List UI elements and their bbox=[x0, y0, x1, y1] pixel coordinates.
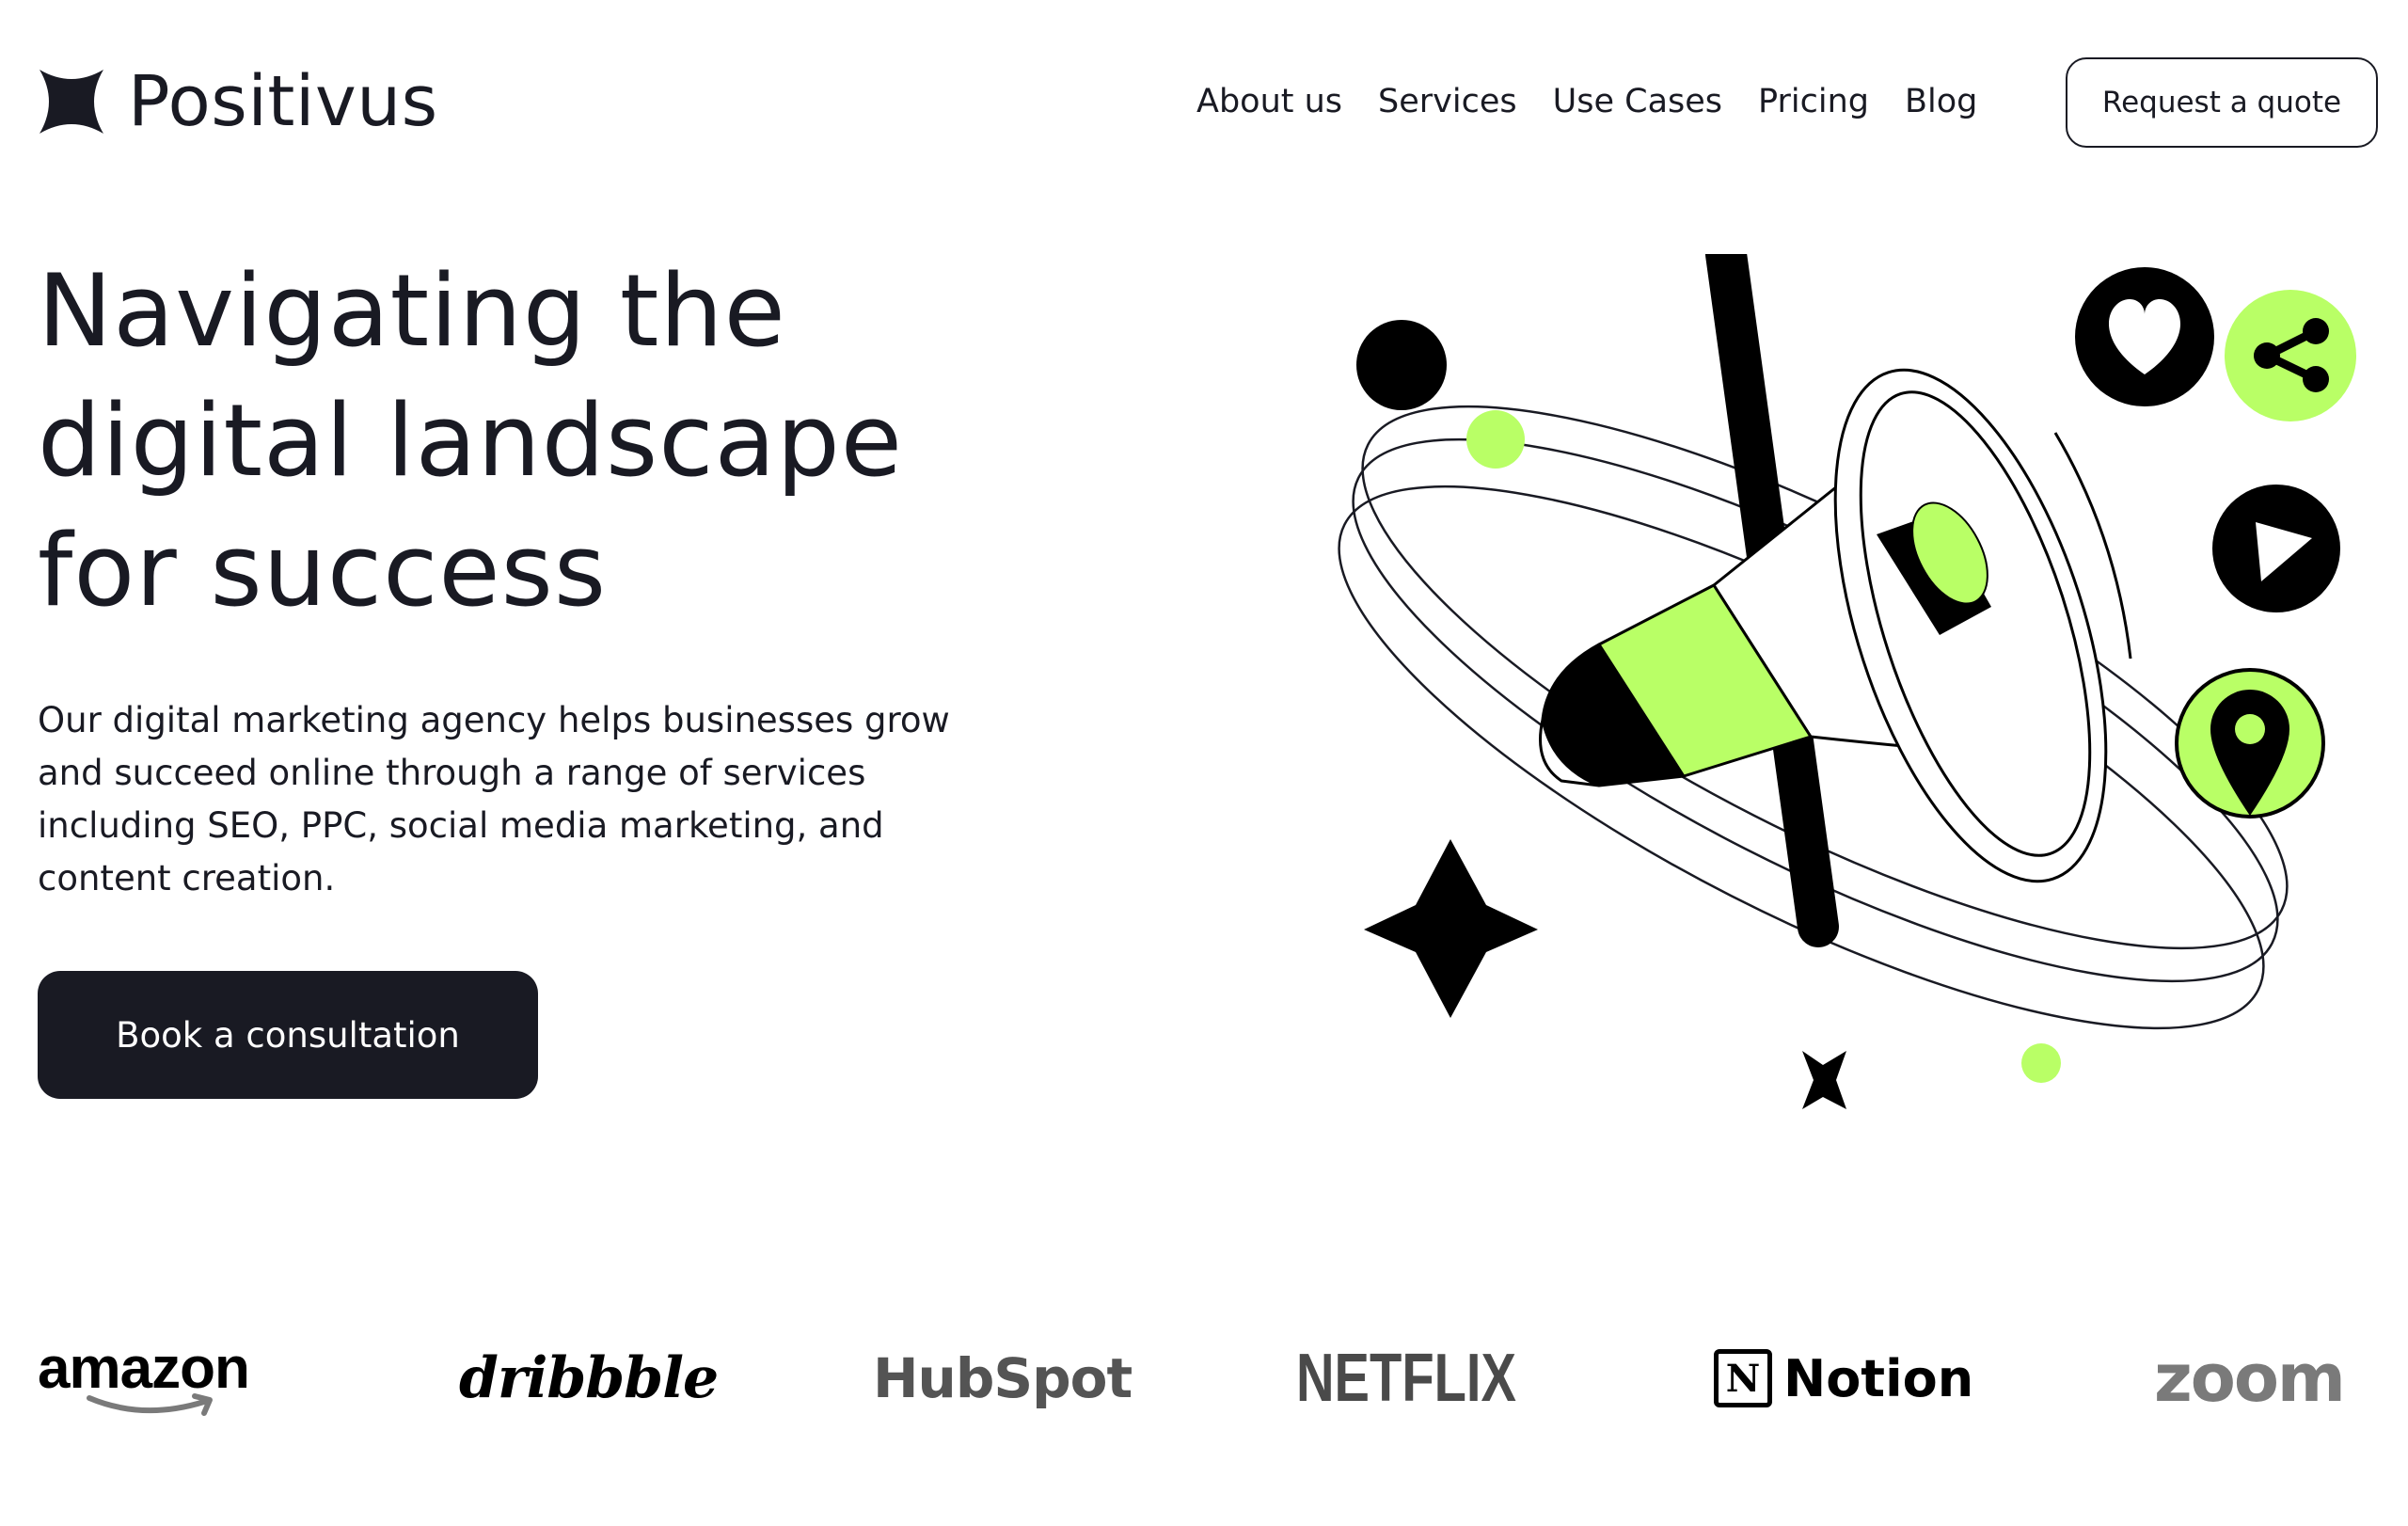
nav-blog[interactable]: Blog bbox=[1905, 83, 1977, 120]
sparkle-star-icon-small bbox=[1802, 1051, 1846, 1109]
nav-pricing[interactable]: Pricing bbox=[1758, 83, 1869, 120]
share-icon bbox=[2225, 290, 2356, 421]
book-consultation-button[interactable]: Book a consultation bbox=[38, 971, 538, 1099]
hubspot-logo: HubSpot bbox=[873, 1346, 1133, 1410]
black-dot bbox=[1356, 320, 1447, 410]
notion-logo: N Notion bbox=[1714, 1327, 1973, 1430]
amazon-smile-icon bbox=[87, 1393, 214, 1416]
hero-illustration bbox=[1338, 254, 2356, 1109]
amazon-logo: amazon bbox=[38, 1327, 250, 1430]
green-dot bbox=[1466, 410, 1525, 469]
hero-title: Navigating the digital landscape for suc… bbox=[38, 253, 903, 628]
zoom-logo: zoom bbox=[2154, 1340, 2346, 1417]
notion-mark-icon: N bbox=[1714, 1349, 1772, 1407]
client-logos: amazon dribbble HubSpot NETFLIX N Notion… bbox=[38, 1327, 2370, 1430]
nav-services[interactable]: Services bbox=[1378, 83, 1517, 120]
brand-logo[interactable]: Positivus bbox=[38, 64, 438, 139]
green-dot-small bbox=[2021, 1043, 2061, 1083]
positivus-logo-icon bbox=[40, 70, 103, 134]
heart-icon bbox=[2075, 267, 2214, 406]
netflix-logo: NETFLIX bbox=[1296, 1341, 1516, 1416]
amazon-wordmark: amazon bbox=[38, 1336, 250, 1401]
notion-wordmark: Notion bbox=[1783, 1348, 1974, 1408]
main-nav: About us Services Use Cases Pricing Blog bbox=[1196, 75, 1977, 128]
brand-name: Positivus bbox=[128, 61, 438, 142]
request-quote-button[interactable]: Request a quote bbox=[2066, 57, 2378, 148]
hero-description: Our digital marketing agency helps busin… bbox=[38, 700, 950, 898]
location-pin-icon bbox=[2175, 668, 2325, 819]
nav-about-us[interactable]: About us bbox=[1196, 83, 1342, 120]
dribbble-logo: dribbble bbox=[459, 1345, 719, 1411]
nav-use-cases[interactable]: Use Cases bbox=[1553, 83, 1722, 120]
play-icon bbox=[2212, 485, 2340, 612]
sparkle-star-icon bbox=[1364, 839, 1538, 1018]
